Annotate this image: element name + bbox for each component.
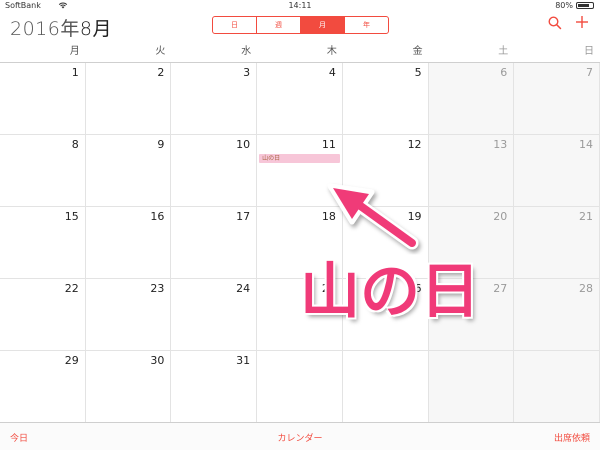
day-number: 5 — [414, 66, 422, 79]
calendar-header: 2016年8月 日 週 月 年 — [0, 12, 600, 42]
day-number: 12 — [407, 138, 422, 151]
day-cell[interactable]: 10 — [171, 135, 258, 207]
day-cell[interactable] — [428, 351, 515, 423]
view-switcher: 日 週 月 年 — [212, 16, 389, 34]
day-number: 1 — [71, 66, 79, 79]
day-number: 13 — [493, 138, 508, 151]
segment-year[interactable]: 年 — [345, 17, 388, 33]
day-number: 8 — [71, 138, 79, 151]
day-cell[interactable]: 4 — [257, 63, 343, 135]
day-cell[interactable] — [342, 351, 429, 423]
day-cell[interactable]: 8 — [0, 135, 86, 207]
day-cell[interactable] — [514, 351, 600, 423]
plus-icon[interactable] — [575, 15, 589, 32]
month-grid: 1 2 3 4 5 6 7 8 9 10 11 山の日 12 13 14 15 16 17 18 19 20 21 22 23… — [0, 63, 600, 423]
battery-icon — [576, 2, 594, 9]
day-cell[interactable]: 5 — [342, 63, 429, 135]
weekday-sun: 日 — [584, 46, 594, 57]
day-cell[interactable]: 14 — [514, 135, 600, 207]
day-cell[interactable]: 24 — [171, 279, 258, 351]
annotation-label: 山の日 — [300, 257, 480, 327]
day-number: 24 — [236, 282, 251, 295]
day-cell[interactable]: 31 — [171, 351, 258, 423]
day-cell[interactable]: 30 — [85, 351, 172, 423]
day-number: 7 — [586, 66, 593, 79]
day-number: 28 — [579, 282, 593, 295]
tab-bar: 今日 カレンダー 出席依頼 — [0, 422, 600, 450]
weekday-header: 月 火 水 木 金 土 日 — [0, 42, 600, 63]
year-label: 2016年 — [10, 18, 80, 40]
day-cell[interactable]: 28 — [514, 279, 600, 351]
day-cell[interactable]: 11 山の日 — [257, 135, 343, 207]
day-number: 10 — [236, 138, 251, 151]
day-number: 17 — [236, 210, 251, 223]
segment-day[interactable]: 日 — [213, 17, 257, 33]
segment-week[interactable]: 週 — [257, 17, 301, 33]
day-cell[interactable]: 16 — [85, 207, 172, 279]
weekday-wed: 水 — [241, 46, 252, 57]
day-cell[interactable]: 17 — [171, 207, 258, 279]
inbox-button[interactable]: 出席依頼 — [554, 431, 590, 444]
day-cell[interactable]: 12 — [342, 135, 429, 207]
status-bar: SoftBank 14:11 80% — [0, 0, 600, 12]
clock: 14:11 — [288, 1, 312, 10]
day-cell[interactable]: 3 — [171, 63, 258, 135]
day-number: 11 — [321, 138, 336, 151]
day-cell[interactable]: 21 — [514, 207, 600, 279]
day-cell[interactable]: 29 — [0, 351, 86, 423]
day-number: 31 — [236, 354, 251, 367]
day-number: 29 — [64, 354, 79, 367]
weekday-thu: 木 — [326, 46, 337, 57]
day-cell[interactable]: 15 — [0, 207, 86, 279]
event-item[interactable]: 山の日 — [259, 154, 340, 163]
day-number: 23 — [150, 282, 165, 295]
day-number: 4 — [328, 66, 336, 79]
battery-percent: 80% — [555, 1, 573, 10]
weekday-mon: 月 — [69, 46, 80, 57]
weekday-tue: 火 — [155, 46, 166, 57]
calendars-button[interactable]: カレンダー — [0, 431, 600, 444]
month-label: 8月 — [79, 18, 112, 40]
day-cell[interactable]: 1 — [0, 63, 86, 135]
day-number: 27 — [493, 282, 508, 295]
weekday-fri: 金 — [412, 46, 423, 57]
day-cell[interactable] — [257, 351, 343, 423]
day-number: 15 — [64, 210, 79, 223]
day-cell[interactable]: 6 — [428, 63, 515, 135]
weekday-sat: 土 — [498, 46, 509, 57]
battery-indicator: 80% — [555, 1, 594, 10]
day-number: 18 — [321, 210, 336, 223]
day-cell[interactable]: 13 — [428, 135, 515, 207]
day-cell[interactable]: 7 — [514, 63, 600, 135]
day-cell[interactable]: 2 — [85, 63, 172, 135]
day-cell[interactable]: 9 — [85, 135, 172, 207]
day-number: 2 — [157, 66, 165, 79]
day-number: 19 — [407, 210, 422, 223]
day-number: 30 — [150, 354, 165, 367]
segment-month[interactable]: 月 — [301, 17, 345, 33]
day-number: 21 — [579, 210, 593, 223]
day-number: 6 — [500, 66, 508, 79]
day-number: 16 — [150, 210, 165, 223]
day-number: 20 — [493, 210, 508, 223]
day-cell[interactable]: 23 — [85, 279, 172, 351]
search-icon[interactable] — [548, 15, 564, 31]
day-number: 22 — [64, 282, 79, 295]
day-number: 9 — [157, 138, 165, 151]
day-number: 14 — [579, 138, 593, 151]
day-cell[interactable]: 22 — [0, 279, 86, 351]
month-title[interactable]: 2016年8月 — [10, 14, 112, 41]
day-number: 3 — [243, 66, 251, 79]
